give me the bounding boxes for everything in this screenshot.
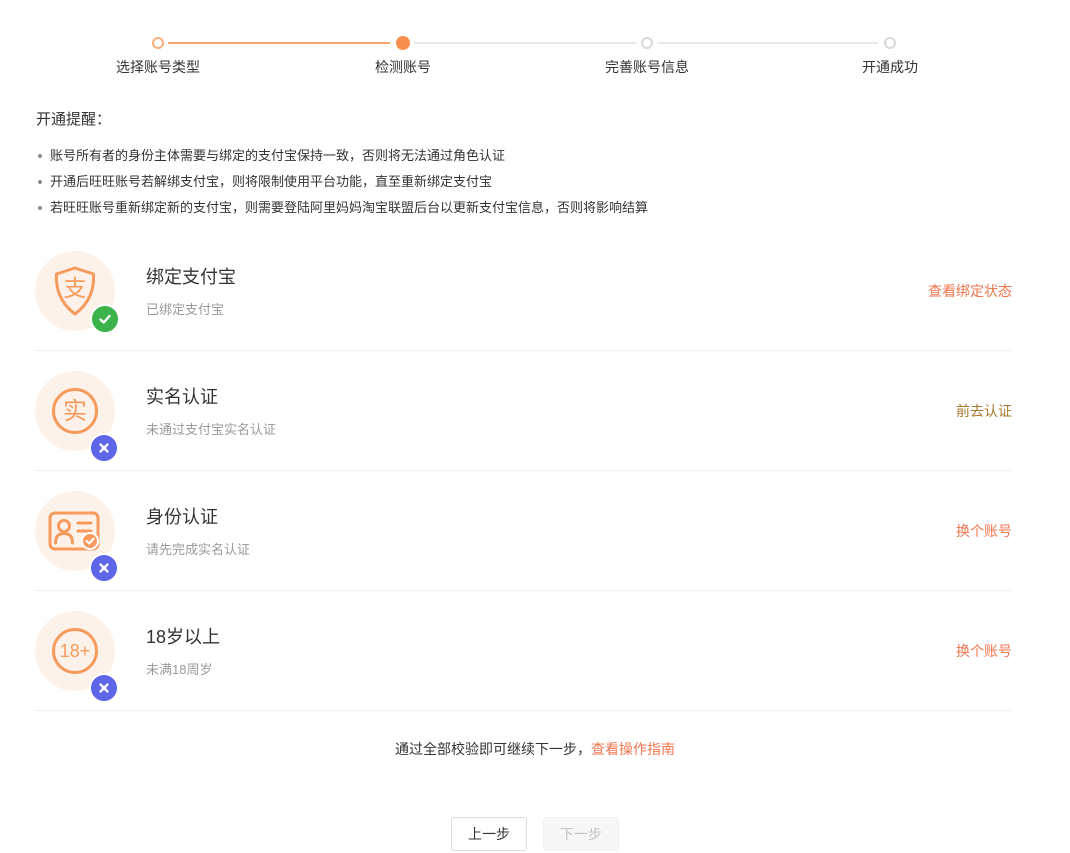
check-row-identity: 身份认证 请先完成实名认证 换个账号 bbox=[35, 471, 1012, 591]
check-row-age-18: 18+ 18岁以上 未满18周岁 换个账号 bbox=[35, 591, 1012, 711]
check-title: 身份认证 bbox=[146, 503, 250, 529]
step-label-success: 开通成功 bbox=[790, 57, 990, 77]
notice-title: 开通提醒： bbox=[36, 108, 1070, 129]
step-dot-current bbox=[396, 36, 410, 50]
status-fail-badge bbox=[89, 553, 119, 583]
step-connector-pending bbox=[657, 42, 878, 44]
step-connector-done bbox=[168, 42, 390, 44]
bottom-tip: 通过全部校验即可继续下一步，查看操作指南 bbox=[0, 739, 1070, 759]
wizard-buttons: 上一步 下一步 bbox=[0, 817, 1070, 851]
activation-notice: 开通提醒： 账号所有者的身份主体需要与绑定的支付宝保持一致，否则将无法通过角色认… bbox=[36, 108, 1070, 221]
real-name-glyph: 实 bbox=[63, 398, 87, 425]
status-fail-badge bbox=[89, 673, 119, 703]
x-icon bbox=[96, 560, 112, 576]
alipay-glyph: 支 bbox=[64, 275, 87, 301]
check-title: 绑定支付宝 bbox=[146, 263, 236, 289]
age-18-plus-icon: 18+ bbox=[35, 611, 115, 691]
step-dot-pending bbox=[641, 37, 653, 49]
check-subtitle: 请先完成实名认证 bbox=[146, 539, 250, 558]
check-text: 身份认证 请先完成实名认证 bbox=[146, 503, 250, 558]
check-title: 实名认证 bbox=[146, 383, 276, 409]
check-icon bbox=[97, 311, 113, 327]
step-label-select-account-type: 选择账号类型 bbox=[58, 57, 258, 77]
check-text: 绑定支付宝 已绑定支付宝 bbox=[146, 263, 236, 318]
x-icon bbox=[96, 680, 112, 696]
check-row-real-name: 实 实名认证 未通过支付宝实名认证 前去认证 bbox=[35, 351, 1012, 471]
verification-check-list: 支 绑定支付宝 已绑定支付宝 查看绑定状态 实 bbox=[35, 231, 1012, 711]
notice-item: 若旺旺账号重新绑定新的支付宝，则需要登陆阿里妈妈淘宝联盟后台以更新支付宝信息，否… bbox=[36, 195, 1070, 221]
check-title: 18岁以上 bbox=[146, 623, 220, 649]
check-text: 实名认证 未通过支付宝实名认证 bbox=[146, 383, 276, 438]
next-step-button[interactable]: 下一步 bbox=[543, 817, 619, 851]
view-guide-link[interactable]: 查看操作指南 bbox=[591, 741, 675, 757]
alipay-shield-icon: 支 bbox=[35, 251, 115, 331]
check-subtitle: 未通过支付宝实名认证 bbox=[146, 419, 276, 438]
tip-text: 通过全部校验即可继续下一步， bbox=[395, 741, 591, 757]
x-icon bbox=[96, 440, 112, 456]
go-verify-link[interactable]: 前去认证 bbox=[956, 401, 1012, 421]
step-label-complete-info: 完善账号信息 bbox=[547, 57, 747, 77]
notice-item: 账号所有者的身份主体需要与绑定的支付宝保持一致，否则将无法通过角色认证 bbox=[36, 143, 1070, 169]
status-pass-badge bbox=[90, 304, 120, 334]
check-row-bind-alipay: 支 绑定支付宝 已绑定支付宝 查看绑定状态 bbox=[35, 231, 1012, 351]
step-connector-pending bbox=[414, 42, 636, 44]
step-dot-pending bbox=[884, 37, 896, 49]
check-subtitle: 未满18周岁 bbox=[146, 659, 220, 678]
real-name-icon: 实 bbox=[35, 371, 115, 451]
notice-item: 开通后旺旺账号若解绑支付宝，则将限制使用平台功能，直至重新绑定支付宝 bbox=[36, 169, 1070, 195]
switch-account-link[interactable]: 换个账号 bbox=[956, 521, 1012, 541]
status-fail-badge bbox=[89, 433, 119, 463]
view-binding-status-link[interactable]: 查看绑定状态 bbox=[928, 281, 1012, 301]
id-card-icon bbox=[35, 491, 115, 571]
prev-step-button[interactable]: 上一步 bbox=[451, 817, 527, 851]
check-text: 18岁以上 未满18周岁 bbox=[146, 623, 220, 678]
switch-account-link[interactable]: 换个账号 bbox=[956, 641, 1012, 661]
step-dot-done bbox=[152, 37, 164, 49]
check-subtitle: 已绑定支付宝 bbox=[146, 299, 236, 318]
notice-list: 账号所有者的身份主体需要与绑定的支付宝保持一致，否则将无法通过角色认证 开通后旺… bbox=[36, 143, 1070, 221]
age-18-glyph: 18+ bbox=[60, 641, 91, 661]
step-progress-bar: 选择账号类型 检测账号 完善账号信息 开通成功 bbox=[0, 0, 1070, 80]
step-label-check-account: 检测账号 bbox=[303, 57, 503, 77]
